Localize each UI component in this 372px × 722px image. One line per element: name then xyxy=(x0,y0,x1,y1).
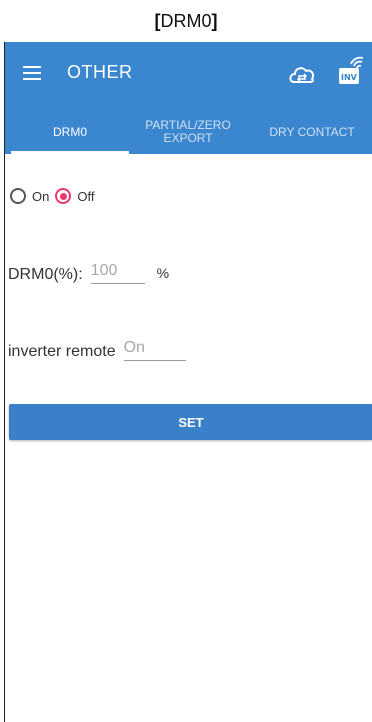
caption-bracket-close: ] xyxy=(211,10,218,31)
drm-switch-group: On Off xyxy=(10,185,94,207)
menu-icon[interactable] xyxy=(23,66,41,80)
tab-drm0-label: DRM0 xyxy=(52,124,87,139)
inv-badge-label: INV xyxy=(341,73,357,82)
off-radio[interactable] xyxy=(55,188,72,204)
cloud-sync-icon[interactable] xyxy=(287,60,317,88)
drm-percent-value: 100 xyxy=(90,262,118,279)
inverter-remote-label: inverter remote xyxy=(8,343,116,360)
tab-dry-contact[interactable]: DRY CONTACT xyxy=(251,110,372,154)
drm-percent-label: DRM0(%): xyxy=(8,266,83,283)
tab-partial-zero-export[interactable]: PARTIAL/ZERO EXPORT xyxy=(129,110,247,154)
page-title: OTHER xyxy=(67,62,133,82)
phone-screen: OTHER INV DRM0 PARTIAL/ZERO EXPORT DRY C… xyxy=(4,42,372,722)
drm-percent-unit: % xyxy=(156,265,170,281)
app-bar: OTHER INV xyxy=(5,42,372,110)
off-radio-label[interactable]: Off xyxy=(77,189,94,204)
page-caption: [DRM0] xyxy=(0,0,372,42)
set-button-label: SET xyxy=(178,414,204,430)
inverter-wifi-icon[interactable]: INV xyxy=(335,54,367,90)
set-button[interactable]: SET xyxy=(9,404,372,440)
tab-dry-contact-label: DRY CONTACT xyxy=(269,124,355,139)
tab-partial-zero-export-label: PARTIAL/ZERO EXPORT xyxy=(145,118,231,145)
inverter-remote-input[interactable]: On xyxy=(123,339,186,361)
caption-title: DRM0 xyxy=(160,10,212,31)
inverter-remote-value: On xyxy=(123,339,145,356)
tab-bar: DRM0 PARTIAL/ZERO EXPORT DRY CONTACT xyxy=(5,110,372,154)
inverter-remote-row: inverter remote On xyxy=(8,339,186,361)
on-radio-label[interactable]: On xyxy=(32,189,49,204)
active-tab-indicator xyxy=(11,151,129,154)
drm-percent-row: DRM0(%): 100 % xyxy=(8,262,169,284)
tab-drm0[interactable]: DRM0 xyxy=(11,110,129,154)
drm-percent-input[interactable]: 100 xyxy=(90,262,145,284)
on-radio[interactable] xyxy=(10,188,26,204)
